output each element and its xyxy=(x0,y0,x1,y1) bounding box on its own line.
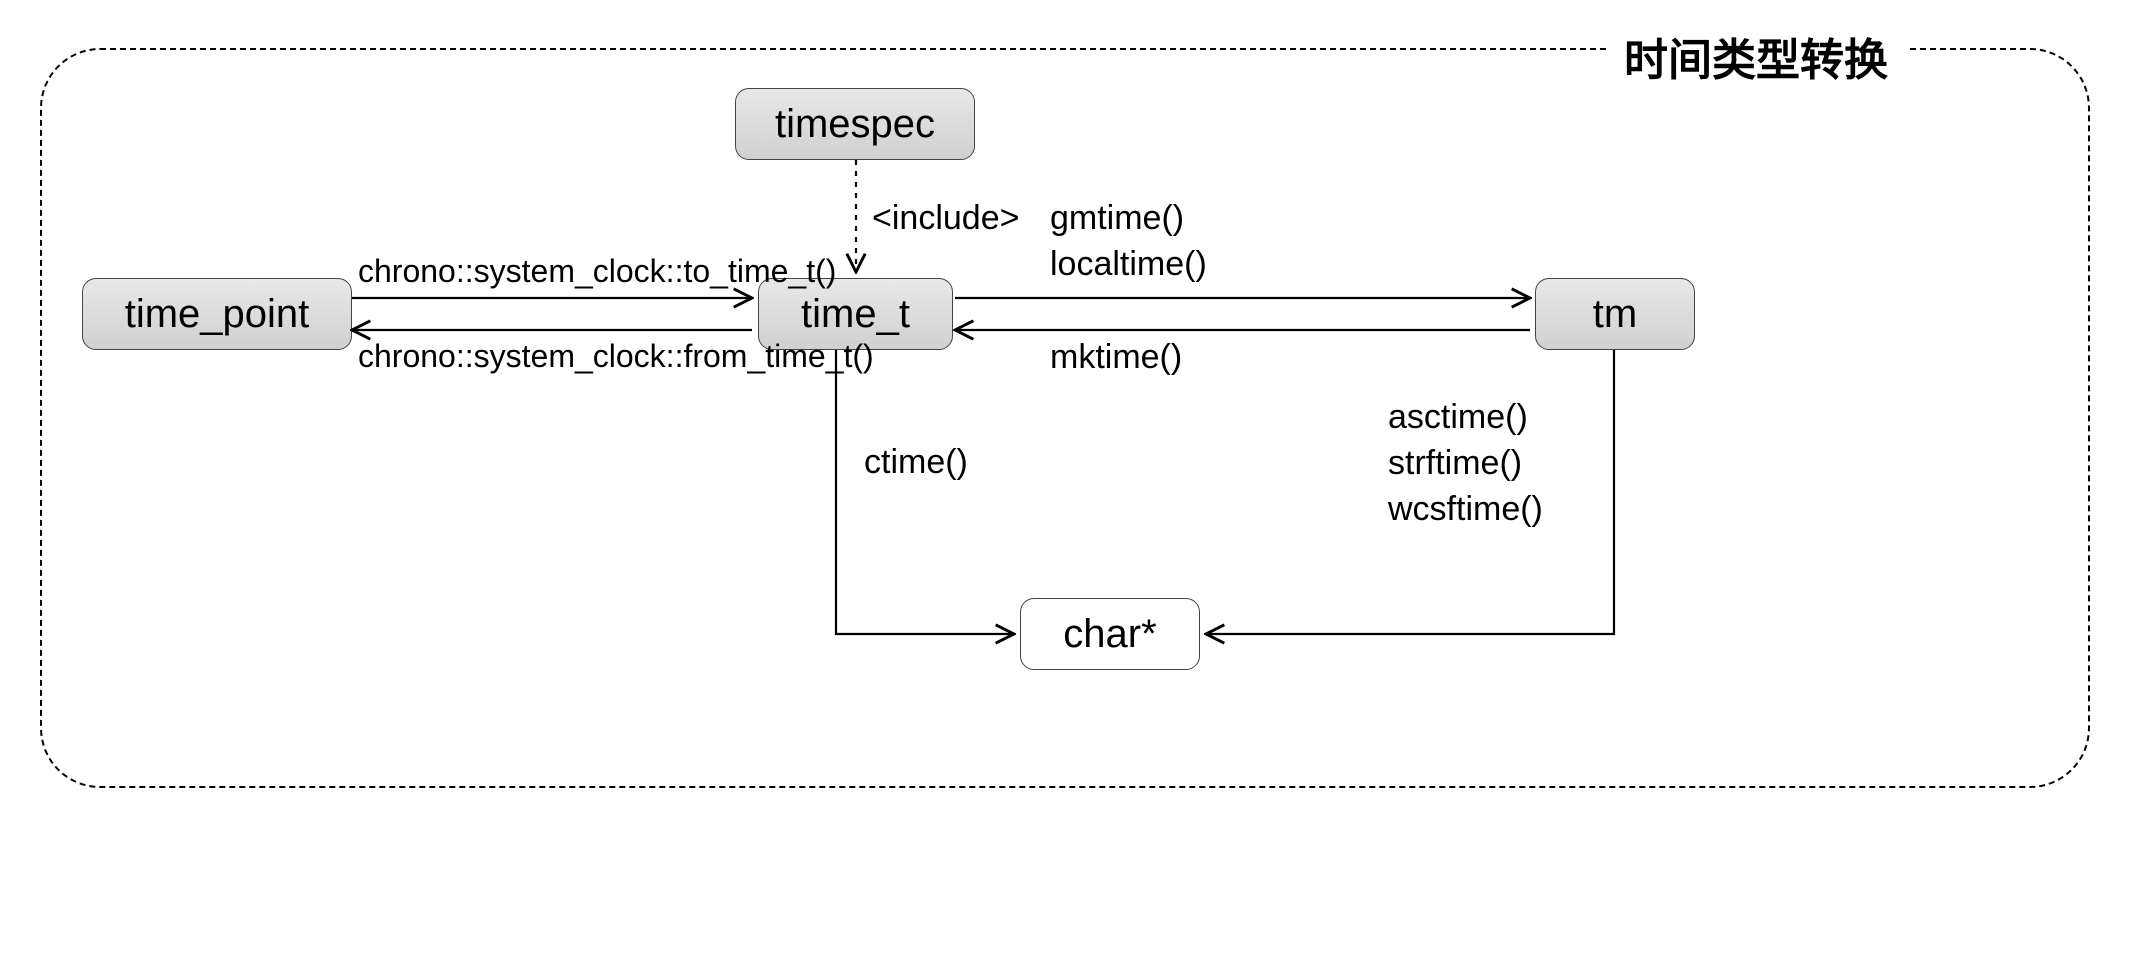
node-time-point-label: time_point xyxy=(125,292,310,337)
node-time-t-label: time_t xyxy=(801,292,910,337)
node-timespec: timespec xyxy=(735,88,975,160)
node-tm-label: tm xyxy=(1593,292,1637,337)
label-gmtime: gmtime() xyxy=(1050,199,1184,237)
label-strftime: strftime() xyxy=(1388,444,1522,482)
container-box xyxy=(40,48,2090,788)
label-asctime: asctime() xyxy=(1388,398,1528,436)
node-charptr-label: char* xyxy=(1063,612,1156,657)
node-tm: tm xyxy=(1535,278,1695,350)
label-include: <include> xyxy=(872,196,1019,242)
label-mktime: mktime() xyxy=(1050,335,1182,381)
label-from-time-t: chrono::system_clock::from_time_t() xyxy=(358,335,874,378)
label-asctime-group: asctime() strftime() wcsftime() xyxy=(1388,395,1543,533)
container-title: 时间类型转换 xyxy=(1606,20,1906,92)
label-ctime: ctime() xyxy=(864,440,968,486)
node-time-point: time_point xyxy=(82,278,352,350)
label-gmtime-localtime: gmtime() localtime() xyxy=(1050,196,1207,288)
label-to-time-t: chrono::system_clock::to_time_t() xyxy=(358,250,836,293)
node-charptr: char* xyxy=(1020,598,1200,670)
label-localtime: localtime() xyxy=(1050,245,1207,283)
diagram-canvas: 时间类型转换 timespec time_point time_t tm cha… xyxy=(0,0,2136,968)
label-wcsftime: wcsftime() xyxy=(1388,490,1543,528)
node-timespec-label: timespec xyxy=(775,102,935,147)
